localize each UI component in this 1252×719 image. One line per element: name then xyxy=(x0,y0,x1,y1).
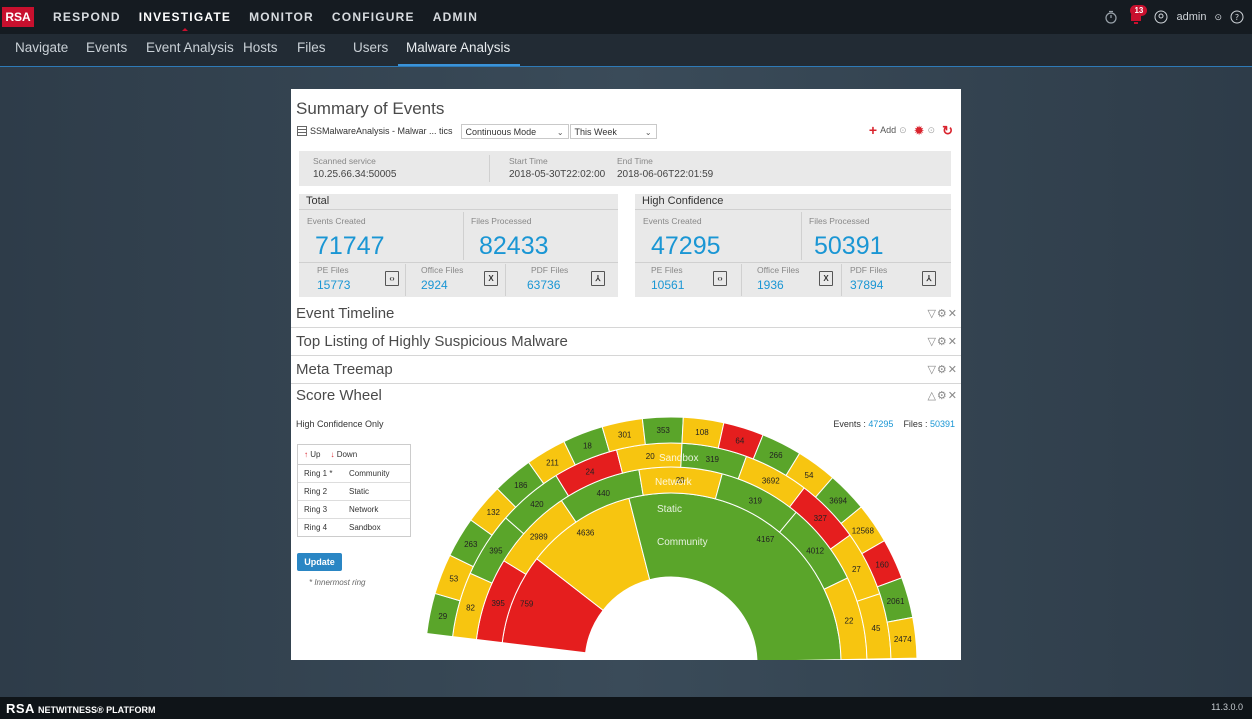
score-wheel-segment-label: 82 xyxy=(466,604,475,613)
score-wheel-segment-label: 3692 xyxy=(762,476,780,485)
score-wheel-segment-label: 2474 xyxy=(894,635,912,644)
sub-nav: Navigate Events Event Analysis Hosts Fil… xyxy=(0,34,1252,67)
subnav-users[interactable]: Users xyxy=(353,34,388,66)
ring-name-label: Sandbox xyxy=(659,453,698,464)
nav-admin[interactable]: ADMIN xyxy=(424,0,487,34)
score-wheel-segment-label: 301 xyxy=(618,431,632,440)
ring-name-label: Network xyxy=(655,477,693,488)
subnav-event-analysis[interactable]: Event Analysis xyxy=(146,34,234,66)
svg-text:?: ? xyxy=(1235,13,1239,22)
footer-logo: RSA NETWITNESS® PLATFORM xyxy=(6,701,155,716)
score-wheel-segment-label: 319 xyxy=(749,497,763,506)
help-icon[interactable]: ? xyxy=(1230,10,1244,24)
score-wheel-segment-label: 420 xyxy=(530,500,544,509)
score-wheel-segment-label: 18 xyxy=(583,442,592,451)
score-wheel-segment-label: 4167 xyxy=(757,535,775,544)
score-wheel-segment-label: 263 xyxy=(464,540,478,549)
score-wheel-segment-label: 395 xyxy=(491,599,505,608)
subnav-events[interactable]: Events xyxy=(86,34,127,66)
score-wheel-segment-label: 29 xyxy=(438,612,447,621)
nav-configure[interactable]: CONFIGURE xyxy=(323,0,424,34)
subnav-malware-analysis[interactable]: Malware Analysis xyxy=(398,34,520,66)
score-wheel-segment-label: 4636 xyxy=(577,529,595,538)
ring-name-label: Static xyxy=(657,504,682,515)
footer-brand: RSA xyxy=(6,701,35,716)
score-wheel-segment-label: 132 xyxy=(487,508,501,517)
user-icon xyxy=(1154,10,1168,24)
score-wheel-segment-label: 319 xyxy=(706,455,720,464)
score-wheel-chart[interactable]: 759 4636 4167 395 2989 440 20 319 4012 22 82 395 420… xyxy=(291,89,961,660)
subnav-files[interactable]: Files xyxy=(297,34,326,66)
score-wheel-segment-label: 4012 xyxy=(806,546,824,555)
score-wheel-segment-label: 54 xyxy=(805,471,814,480)
nav-monitor[interactable]: MONITOR xyxy=(240,0,323,34)
version-label: 11.3.0.0 xyxy=(1211,702,1243,712)
notifications-button[interactable]: 13 xyxy=(1126,5,1148,27)
rsa-logo[interactable]: RSA xyxy=(2,7,34,27)
score-wheel-segment-label: 20 xyxy=(646,452,655,461)
score-wheel-segment-label: 266 xyxy=(769,451,783,460)
score-wheel-segment-label: 64 xyxy=(735,436,744,445)
dashboard-panel: Summary of Events SSMalwareAnalysis - Ma… xyxy=(291,89,961,660)
score-wheel-segment-label: 24 xyxy=(586,467,595,476)
user-menu[interactable]: admin xyxy=(1176,11,1206,23)
nav-investigate[interactable]: INVESTIGATE xyxy=(130,0,240,34)
score-wheel-segment-label: 12568 xyxy=(852,527,875,536)
notification-count-badge: 13 xyxy=(1130,5,1148,16)
score-wheel-segment-label: 759 xyxy=(520,600,534,609)
subnav-hosts[interactable]: Hosts xyxy=(243,34,278,66)
top-nav-bar: RSA RESPOND INVESTIGATE MONITOR CONFIGUR… xyxy=(0,0,1252,34)
footer-product: NETWITNESS® PLATFORM xyxy=(38,705,156,715)
score-wheel-segment-label: 186 xyxy=(514,481,528,490)
ring-name-label: Community xyxy=(657,537,708,548)
score-wheel-segment-label: 22 xyxy=(845,616,854,625)
subnav-navigate[interactable]: Navigate xyxy=(15,34,68,66)
score-wheel-segment-label: 440 xyxy=(597,489,611,498)
score-wheel-segment-label: 27 xyxy=(852,565,861,574)
nav-respond[interactable]: RESPOND xyxy=(44,0,130,34)
score-wheel-segment-label: 160 xyxy=(875,560,889,569)
score-wheel-segment-label: 353 xyxy=(657,426,671,435)
score-wheel-segment-label: 45 xyxy=(872,624,881,633)
score-wheel-segment-label: 211 xyxy=(546,458,559,467)
score-wheel-segment-label: 53 xyxy=(449,575,458,584)
timer-icon[interactable] xyxy=(1104,10,1118,24)
score-wheel-segment-label: 2061 xyxy=(887,597,905,606)
score-wheel-segment-label: 3694 xyxy=(829,497,847,506)
top-right-controls: 13 admin ⊙ ? xyxy=(1104,5,1244,28)
main-nav: RESPOND INVESTIGATE MONITOR CONFIGURE AD… xyxy=(44,0,487,34)
score-wheel-segment-label: 108 xyxy=(695,428,709,437)
footer-bar: RSA NETWITNESS® PLATFORM 11.3.0.0 xyxy=(0,697,1252,719)
score-wheel-segment-label: 327 xyxy=(814,514,828,523)
score-wheel-segment-label: 2989 xyxy=(530,533,548,542)
score-wheel-segment-label: 395 xyxy=(489,547,503,556)
chevron-down-icon[interactable]: ⊙ xyxy=(1214,12,1222,23)
